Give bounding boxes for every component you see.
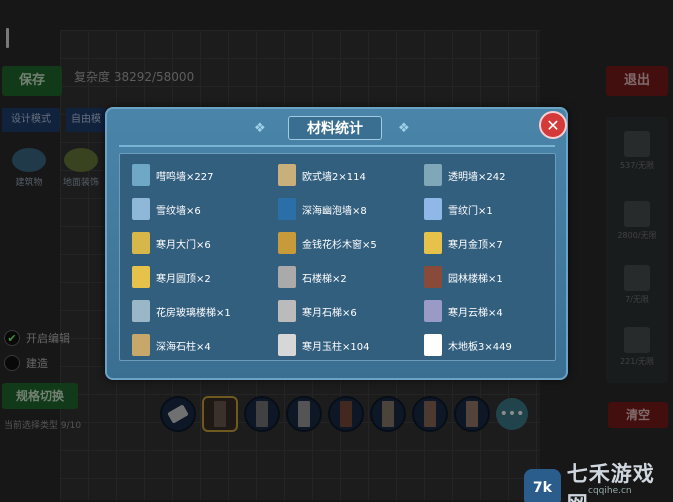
close-button[interactable]: ✕ bbox=[539, 111, 567, 139]
material-label: 嘒鸣墙×227 bbox=[156, 171, 214, 183]
material-icon bbox=[132, 198, 150, 220]
material-item: 寒月石梯×6 bbox=[278, 300, 357, 322]
material-label: 深海石柱×4 bbox=[156, 341, 211, 353]
title-divider bbox=[119, 145, 555, 147]
material-icon bbox=[424, 334, 442, 356]
material-icon bbox=[132, 300, 150, 322]
material-label: 木地板3×449 bbox=[448, 341, 512, 353]
material-icon bbox=[278, 300, 296, 322]
material-item: 深海石柱×4 bbox=[132, 334, 211, 356]
material-item: 寒月玉柱×104 bbox=[278, 334, 369, 356]
material-label: 寒月金顶×7 bbox=[448, 239, 503, 251]
watermark-logo: 7k bbox=[524, 469, 561, 502]
material-icon bbox=[132, 266, 150, 288]
material-list: 嘒鸣墙×227 欧式墙2×114 透明墙×242 雪纹墙×6 深海幽泡墙×8 雪纹门×1 寒… bbox=[119, 153, 556, 361]
material-icon bbox=[278, 334, 296, 356]
material-label: 雪纹墙×6 bbox=[156, 205, 201, 217]
material-item: 寒月云梯×4 bbox=[424, 300, 503, 322]
material-icon bbox=[424, 266, 442, 288]
material-icon bbox=[278, 266, 296, 288]
ornament-icon: ❖ bbox=[254, 121, 266, 136]
material-icon bbox=[132, 232, 150, 254]
material-item: 嘒鸣墙×227 bbox=[132, 164, 213, 186]
material-item: 深海幽泡墙×8 bbox=[278, 198, 367, 220]
material-label: 寒月圆顶×2 bbox=[156, 273, 211, 285]
material-label: 寒月石梯×6 bbox=[302, 307, 357, 319]
material-item: 金钱花杉木窗×5 bbox=[278, 232, 377, 254]
watermark-url: cqqihe.cn bbox=[588, 486, 632, 496]
material-item: 石楼梯×2 bbox=[278, 266, 347, 288]
material-icon bbox=[278, 164, 296, 186]
material-icon bbox=[132, 334, 150, 356]
material-label: 雪纹门×1 bbox=[448, 205, 493, 217]
material-label: 石楼梯×2 bbox=[302, 273, 347, 285]
material-icon bbox=[132, 164, 150, 186]
material-item: 透明墙×242 bbox=[424, 164, 505, 186]
material-icon bbox=[424, 198, 442, 220]
material-item: 寒月大门×6 bbox=[132, 232, 211, 254]
material-label: 金钱花杉木窗×5 bbox=[302, 239, 377, 251]
material-icon bbox=[424, 164, 442, 186]
material-item: 寒月圆顶×2 bbox=[132, 266, 211, 288]
material-label: 深海幽泡墙×8 bbox=[302, 205, 367, 217]
material-item: 花房玻璃楼梯×1 bbox=[132, 300, 231, 322]
material-item: 雪纹门×1 bbox=[424, 198, 493, 220]
material-label: 园林楼梯×1 bbox=[448, 273, 503, 285]
material-label: 寒月玉柱×104 bbox=[302, 341, 370, 353]
material-item: 园林楼梯×1 bbox=[424, 266, 503, 288]
material-item: 欧式墙2×114 bbox=[278, 164, 366, 186]
dialog-title: 材料统计 bbox=[288, 116, 382, 140]
material-item: 寒月金顶×7 bbox=[424, 232, 503, 254]
material-icon bbox=[424, 232, 442, 254]
material-label: 透明墙×242 bbox=[448, 171, 506, 183]
material-icon bbox=[424, 300, 442, 322]
material-item: 木地板3×449 bbox=[424, 334, 512, 356]
material-label: 欧式墙2×114 bbox=[302, 171, 366, 183]
material-label: 寒月云梯×4 bbox=[448, 307, 503, 319]
material-stats-dialog: ❖ 材料统计 ❖ ✕ 嘒鸣墙×227 欧式墙2×114 透明墙×242 雪纹墙×6 深海… bbox=[105, 107, 568, 380]
material-icon bbox=[278, 198, 296, 220]
ornament-icon: ❖ bbox=[398, 121, 410, 136]
material-item: 雪纹墙×6 bbox=[132, 198, 201, 220]
material-label: 花房玻璃楼梯×1 bbox=[156, 307, 231, 319]
dialog-header: ❖ 材料统计 ❖ bbox=[254, 116, 416, 140]
material-icon bbox=[278, 232, 296, 254]
material-label: 寒月大门×6 bbox=[156, 239, 211, 251]
